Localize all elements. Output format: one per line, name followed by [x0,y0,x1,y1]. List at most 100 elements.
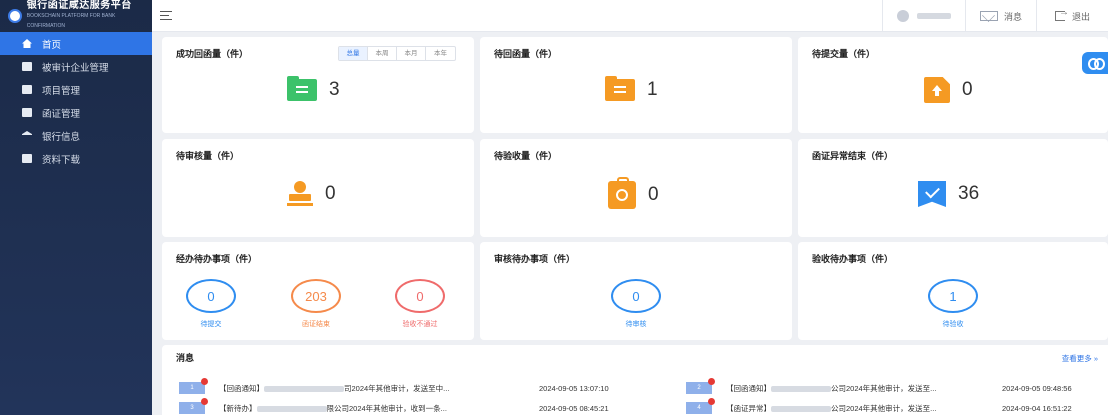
sidebar-item-confirmations[interactable]: 函证管理 [0,101,152,124]
message-time: 2024-09-05 09:48:56 [1002,383,1072,393]
sidebar-item-audited-enterprise[interactable]: 被审计企业管理 [0,55,152,78]
tab-total[interactable]: 总量 [339,47,368,60]
message-prefix: 【新待办】 [219,403,257,413]
sidebar-item-bank-info[interactable]: 银行信息 [0,124,152,147]
message-prefix: 【回函通知】 [726,383,771,393]
stat: 0 [608,177,659,209]
handle-todo-card: 经办待办事项（件） 0 待提交 203 函证结束 0 验收不通过 [162,242,474,340]
download-icon [22,154,32,163]
sidebar-item-label: 资料下载 [42,154,81,166]
message-number: 1 [190,385,194,391]
message-item[interactable]: 2 【回函通知】 公司2024年其他审计，发送至... 2024-09-05 09… [686,378,1072,395]
sidebar-item-home[interactable]: 首页 [0,32,152,55]
ring-value: 0 [395,279,445,313]
menu-toggle-icon[interactable] [160,11,172,20]
sidebar: 银行函证咸达服务平台 BOOKSCHAIN PLATFORM FOR BANK … [0,0,152,415]
folder-icon [605,76,635,101]
pending-review-card: 待审核量（件） 0 [162,139,474,237]
stat: 1 [605,76,658,101]
ring-label: 函证结束 [302,321,330,328]
stat: 36 [918,181,979,207]
todo-accept-failed[interactable]: 0 验收不通过 [385,279,455,329]
ring-label: 验收不通过 [402,321,438,328]
accept-todo-card: 验收待办事项（件） 1 待验收 [798,242,1108,340]
message-prefix: 【回函通知】 [219,383,264,393]
message-prefix: 【函证异常】 [726,403,771,413]
message-number: 3 [190,405,194,411]
stat-value: 1 [647,79,658,100]
pending-accept-card: 待验收量（件） 0 [480,139,792,237]
message-item[interactable]: 4 【函证异常】 公司2024年其他审计，发送至... 2024-09-04 16… [686,398,1072,415]
brand-title: 银行函证咸达服务平台 [26,0,132,11]
message-number: 4 [697,405,701,411]
ring-label: 待审核 [625,321,647,328]
sidebar-item-downloads[interactable]: 资料下载 [0,147,152,170]
unread-dot [201,398,208,405]
logout-button[interactable]: 退出 [1037,0,1108,32]
messages-panel: 消息 查看更多 » 1 【回函通知】 司2024年其他审计，发送至中... 202… [162,345,1108,415]
message-tail: 限公司2024年其他审计，收到一条... [326,403,447,413]
folder-icon [287,76,317,101]
messages-button[interactable]: 消息 [966,0,1036,32]
ring-value: 0 [186,279,236,313]
pending-submit-card: 待提交量（件） 0 [798,37,1108,133]
ring-value: 0 [611,279,661,313]
todo-pending-accept[interactable]: 1 待验收 [918,279,988,329]
sidebar-item-label: 函证管理 [42,108,81,120]
redacted-text [771,405,831,412]
unread-dot [201,378,208,385]
todo-confirmation-ended[interactable]: 203 函证结束 [281,279,351,329]
card-title: 经办待办事项（件） [176,254,258,264]
stamp-icon [287,181,313,207]
message-index: 4 [686,398,715,414]
stat-value: 0 [325,183,336,204]
stat-value: 3 [329,79,340,100]
message-time: 2024-09-05 13:07:10 [539,383,609,393]
message-item[interactable]: 1 【回函通知】 司2024年其他审计，发送至中... 2024-09-05 13… [179,378,609,395]
pending-reply-card: 待回函量（件） 1 [480,37,792,133]
brand: 银行函证咸达服务平台 BOOKSCHAIN PLATFORM FOR BANK … [0,0,152,32]
stat-value: 0 [648,184,659,205]
user-menu[interactable] [883,0,965,32]
ring-label: 待提交 [200,321,222,328]
tab-week[interactable]: 本周 [368,47,397,60]
message-index: 3 [179,398,208,414]
home-icon [22,39,32,48]
message-tail: 公司2024年其他审计，发送至... [831,383,937,393]
messages-title: 消息 [176,353,195,363]
enterprise-icon [22,62,32,71]
todo-pending-review[interactable]: 0 待审核 [601,279,671,329]
sidebar-item-label: 被审计企业管理 [42,62,109,74]
success-reply-card: 成功回函量（件） 总量 本周 本月 本年 3 [162,37,474,133]
message-tail: 司2024年其他审计，发送至中... [344,383,450,393]
bank-icon [22,131,32,136]
stat-value: 36 [958,183,980,204]
todo-pending-submit[interactable]: 0 待提交 [176,279,246,329]
tab-month[interactable]: 本月 [397,47,426,60]
stat: 0 [924,77,973,103]
share-link-icon[interactable] [1082,52,1108,74]
card-title: 验收待办事项（件） [812,254,894,264]
mail-icon [979,11,998,21]
message-text: 【回函通知】 公司2024年其他审计，发送至... [726,383,1002,394]
message-index: 2 [686,378,715,394]
tab-year[interactable]: 本年 [426,47,455,60]
upload-file-icon [924,77,950,103]
sidebar-item-projects[interactable]: 项目管理 [0,78,152,101]
card-title: 审核待办事项（件） [494,254,576,264]
message-text: 【回函通知】 司2024年其他审计，发送至中... [219,383,539,394]
ring-value: 1 [928,279,978,313]
check-flag-icon [918,181,946,207]
card-title: 待提交量（件） [812,49,876,59]
ring-label: 待验收 [942,321,964,328]
logo-icon [8,9,22,23]
top-bar: 消息 退出 [152,0,1108,32]
message-index: 1 [179,378,208,394]
stat: 0 [287,181,336,207]
user-name-redacted [916,13,951,19]
message-item[interactable]: 3 【新待办】 限公司2024年其他审计，收到一条... 2024-09-05 0… [179,398,609,415]
redacted-text [256,405,327,412]
sidebar-item-label: 银行信息 [42,131,81,143]
sidebar-item-label: 首页 [42,39,62,51]
view-more-link[interactable]: 查看更多 » [1062,353,1098,364]
